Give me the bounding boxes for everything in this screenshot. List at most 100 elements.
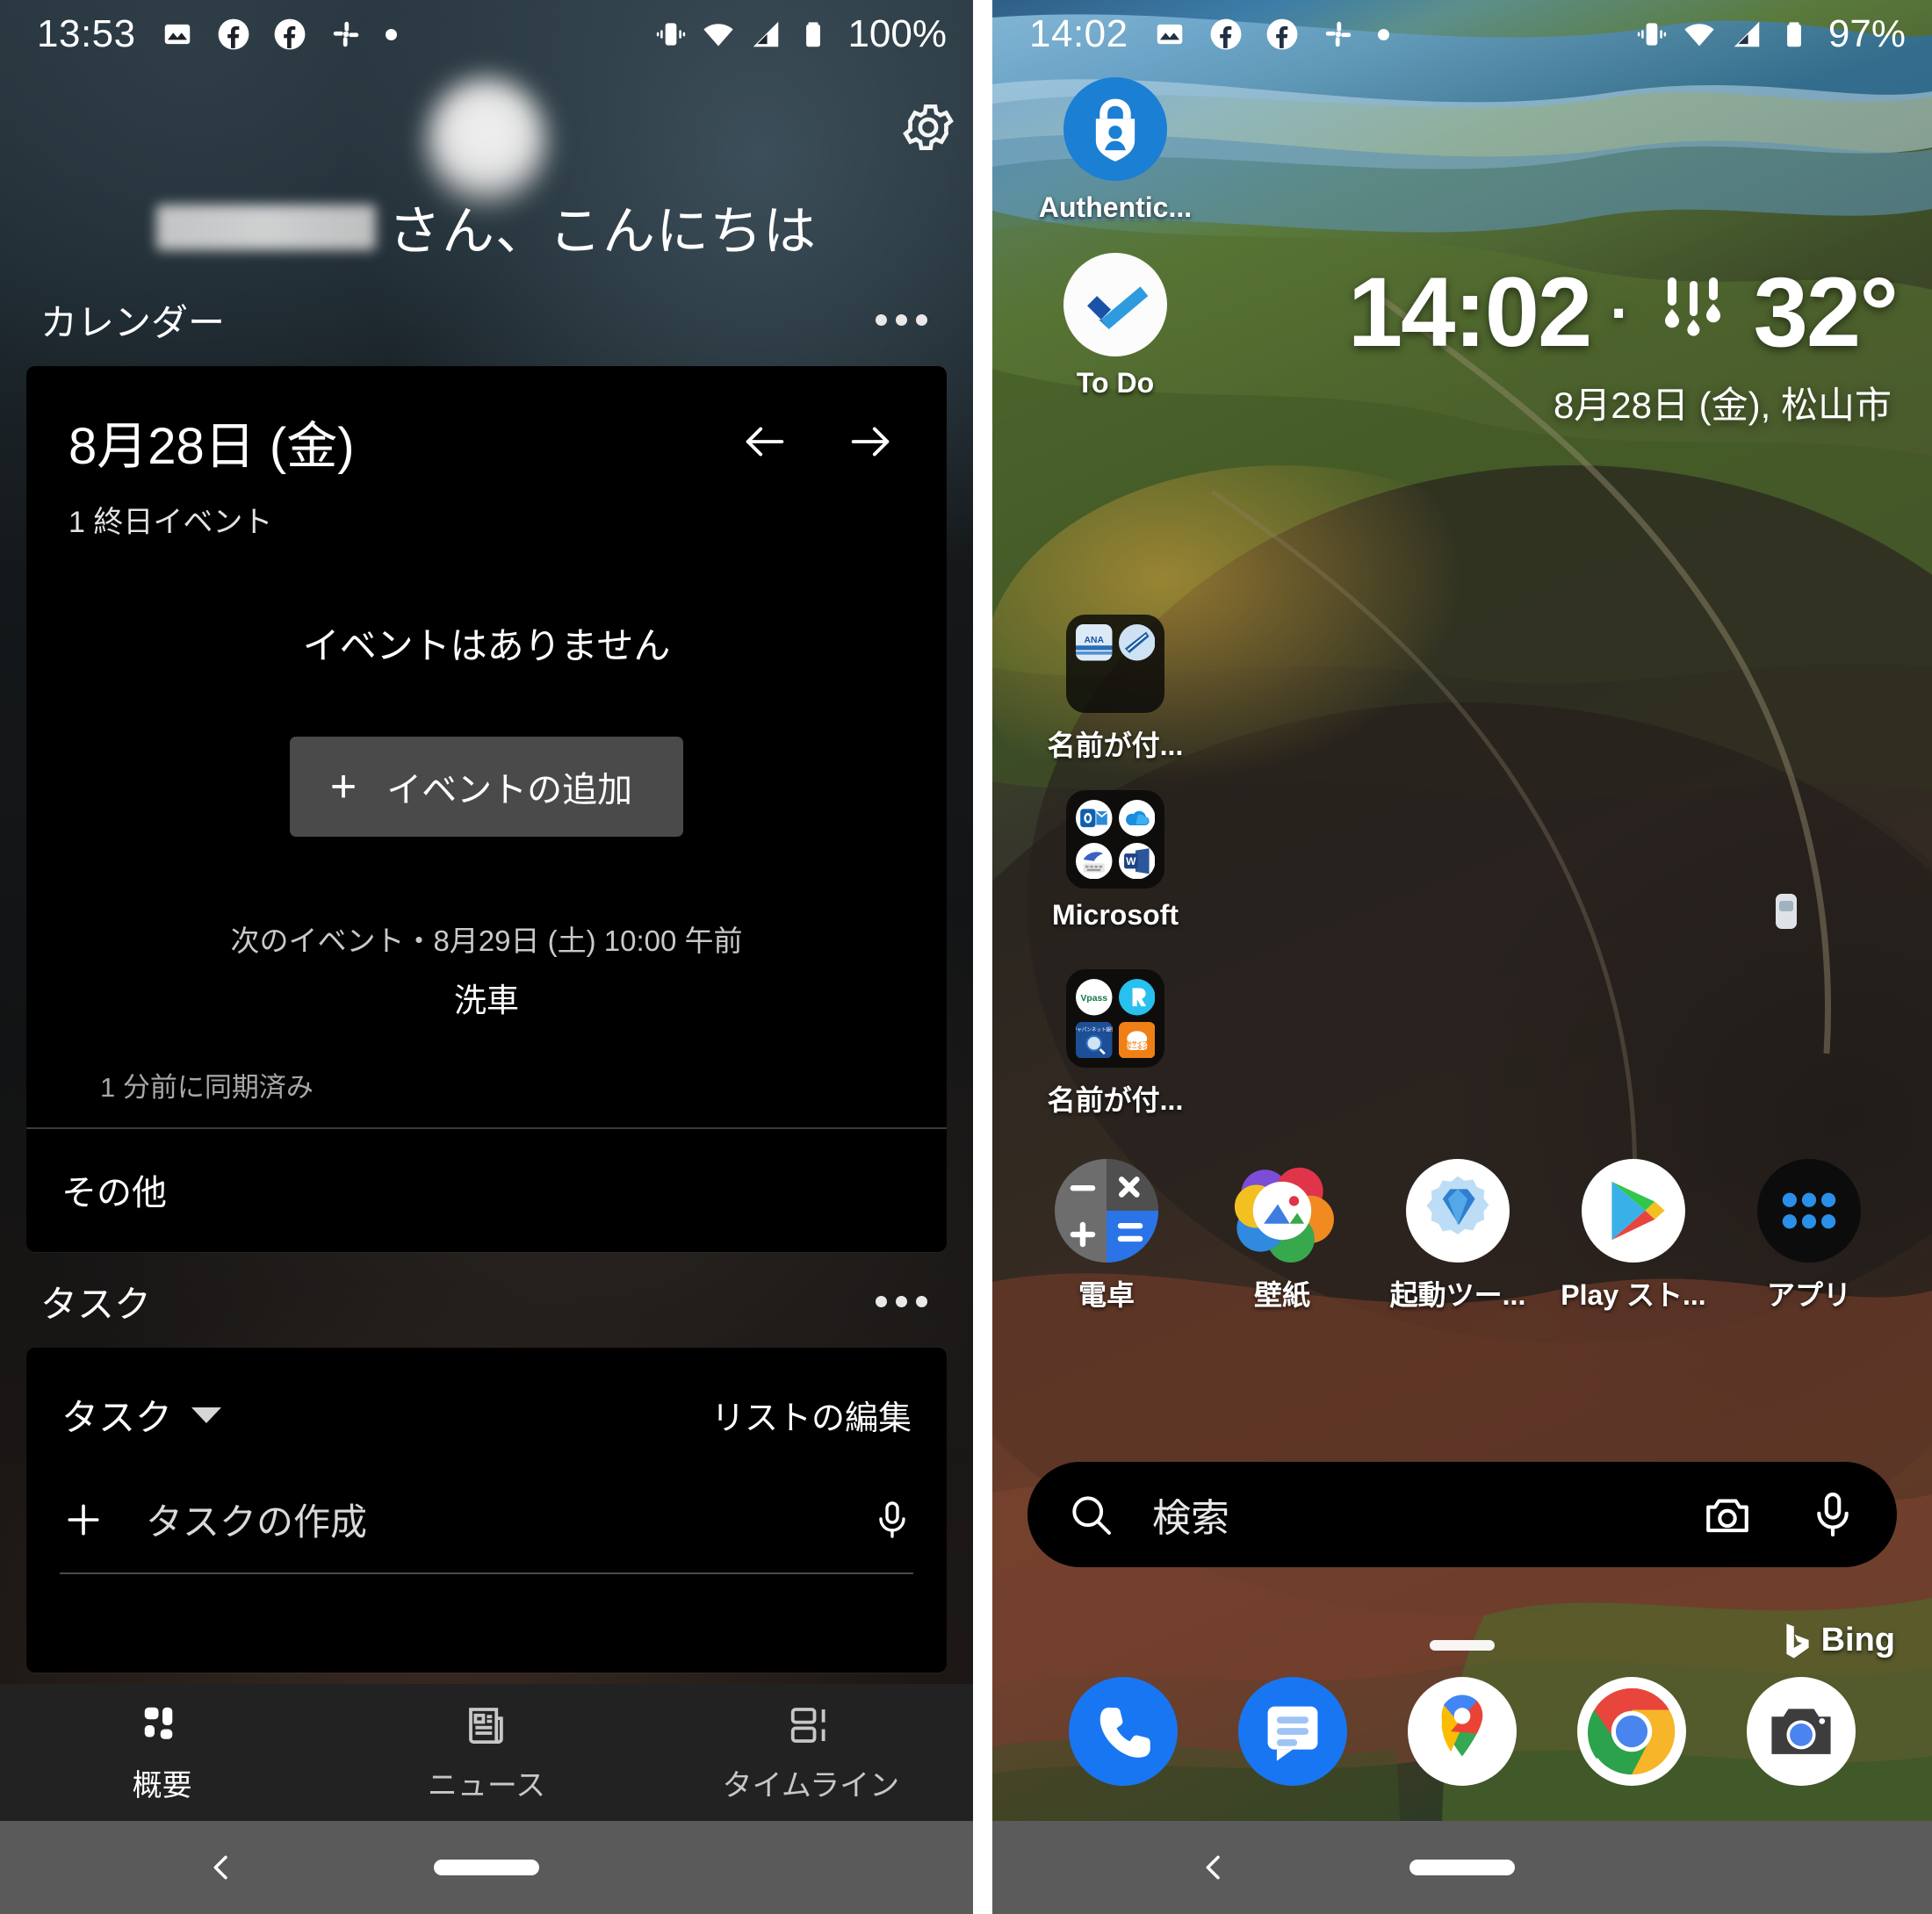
folder-empty-slot [1076,667,1113,704]
nav-tab-timeline[interactable]: タイムライン [649,1702,973,1804]
phone-separator [973,0,992,1914]
more-options-icon[interactable] [870,1287,933,1316]
home-icon-play-store[interactable]: Play スト... [1546,1159,1721,1313]
home-icon-app-drawer[interactable]: アプリ [1721,1159,1897,1313]
add-event-label: イベントの追加 [386,771,633,809]
bing-icon [1785,1623,1809,1659]
home-icon-calculator-label: 電卓 [1078,1279,1135,1311]
camera-app-icon[interactable] [1747,1677,1856,1786]
phone-icon[interactable] [1068,1677,1178,1786]
nav-tab-news-label: ニュース [427,1768,546,1802]
arrow-right-icon[interactable] [845,416,896,467]
create-task-input[interactable]: タスクの作成 [146,1493,833,1546]
task-list-selector[interactable]: タスク [61,1388,222,1442]
status-notification-icons [1153,18,1389,51]
wifi-icon [703,24,734,47]
tasks-section-title: タスク [40,1284,152,1325]
left-bottom-nav: 概要 ニュース タイムライン [0,1684,973,1821]
microsoft-authenticator-icon [1063,77,1167,181]
sync-status: 1 分前に同期済み [100,1072,314,1103]
facebook-icon [218,18,249,50]
home-icon-calculator[interactable]: 電卓 [1019,1159,1194,1313]
two-phone-screenshot: 13:53 100% さん、こんにちは カレンダー 8月28日 (金) 1 終日… [0,0,1932,1914]
more-options-icon[interactable] [870,306,933,335]
dot-icon [385,28,397,40]
calendar-card: 8月28日 (金) 1 終日イベント イベントはありません + イベントの追加 [26,366,947,1252]
calendar-section-title: カレンダー [40,302,226,343]
status-system-icons: 97% [1635,12,1906,56]
widget-separator: · [1610,278,1631,347]
cellular-signal-icon [1734,21,1760,47]
tasks-section-header: タスク [26,1252,947,1348]
status-time: 13:53 [37,12,136,55]
outlook-icon [1076,800,1113,837]
folder-payment-icon: Vpass ジャパンネット銀行 おサイフケータイ [1066,969,1164,1068]
nav-tab-timeline-label: タイムライン [722,1768,900,1802]
status-time: 14:02 [1029,12,1128,55]
svg-text:ケータイ: ケータイ [1127,1044,1148,1051]
create-task-row[interactable]: タスクの作成 [26,1442,947,1572]
home-icon-authenticator[interactable]: Authentic... [1027,77,1203,224]
svg-text:W: W [1126,855,1136,867]
camera-icon[interactable] [1702,1489,1753,1540]
microphone-icon[interactable] [1807,1489,1858,1540]
news-icon [469,1707,503,1744]
osaifu-keitai-icon: おサイフケータイ [1118,1021,1155,1058]
battery-icon [1787,22,1801,47]
nav-tab-news[interactable]: ニュース [324,1702,648,1804]
vibrate-icon [657,23,686,46]
home-icon-launch-tool[interactable]: 起動ツー... [1370,1159,1546,1313]
greeting-text: さん、こんにちは [388,202,817,261]
add-event-button[interactable]: + イベントの追加 [289,737,684,837]
dashboard-icon [144,1707,172,1739]
home-icon-layer: 14:02 97% Authentic... To Do ANA 名前が付...… [992,0,1932,1914]
calendar-date: 8月28日 (金) [68,418,355,475]
home-pill-icon[interactable] [434,1860,539,1875]
clock-weather-widget[interactable]: 14:02 · 32° 8月28日 (金), 松山市 [1142,263,1899,429]
tasks-card-header: タスク リストの編集 [26,1348,947,1442]
battery-icon [806,22,821,47]
tasks-card: タスク リストの編集 タスクの作成 [26,1348,947,1673]
wifi-icon [1684,24,1714,47]
search-input[interactable]: 検索 [1152,1486,1229,1543]
facebook-icon [1210,18,1242,50]
back-chevron-icon[interactable] [204,1850,239,1885]
folder-microsoft-icon: W [1066,790,1164,889]
play-store-icon [1582,1159,1685,1263]
plus-icon: + [329,761,357,812]
home-folder-payment-label: 名前が付... [1047,1084,1184,1116]
user-name-redacted [156,204,376,250]
chevron-down-icon [191,1407,222,1423]
other-row[interactable]: その他 [26,1129,947,1252]
svg-text:ANA: ANA [1085,636,1105,645]
google-maps-icon[interactable] [1407,1677,1517,1786]
home-folder-ana[interactable]: ANA 名前が付... [1027,615,1203,764]
photos-icon [164,24,190,45]
home-icon-wallpapers-label: 壁紙 [1253,1279,1310,1311]
onedrive-icon [1118,800,1155,837]
home-folder-payment[interactable]: Vpass ジャパンネット銀行 おサイフケータイ 名前が付... [1027,969,1203,1119]
greeting-row: さん、こんにちは [156,189,817,265]
dot-icon [1377,28,1389,40]
search-bar[interactable]: 検索 [1027,1462,1897,1567]
facebook-icon [1266,18,1298,50]
swiftkey-icon [1076,842,1113,879]
widget-date-location: 8月28日 (金), 松山市 [1553,385,1892,426]
microphone-icon[interactable] [871,1499,913,1541]
messages-icon[interactable] [1237,1677,1347,1786]
arrow-left-icon[interactable] [739,416,790,467]
nav-tab-overview[interactable]: 概要 [0,1702,324,1804]
chrome-icon[interactable] [1577,1677,1687,1786]
calculator-icon [1055,1159,1158,1263]
left-system-nav-bar [0,1821,973,1914]
plus-icon [68,1503,99,1536]
edit-list-button[interactable]: リストの編集 [711,1391,912,1439]
search-tools [1702,1489,1858,1540]
home-icon-wallpapers[interactable]: 壁紙 [1194,1159,1370,1313]
home-icon-authenticator-label: Authentic... [1038,191,1193,223]
home-folder-microsoft[interactable]: W Microsoft [1027,790,1203,932]
gear-icon[interactable] [899,98,957,156]
home-dock [992,1661,1932,1802]
ana-app-icon: ANA [1076,624,1113,661]
page-handle[interactable] [1430,1640,1495,1651]
